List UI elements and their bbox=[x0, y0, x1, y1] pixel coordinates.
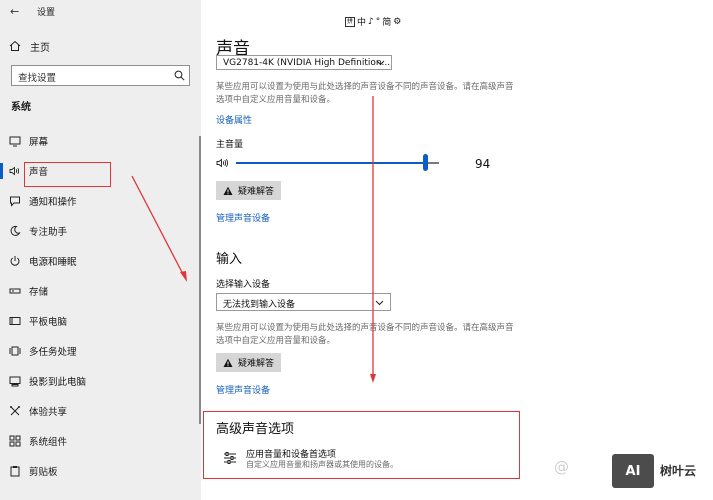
watermark-text: @ bbox=[554, 458, 569, 476]
sidebar-item-label: 存储 bbox=[29, 287, 49, 298]
sidebar: ← 设置 主页 查找设置 系统 屏幕 声音 通知和操作 专注助手 电源和睡眠 存… bbox=[0, 0, 201, 500]
sidebar-item-notifications[interactable]: 通知和操作 bbox=[0, 190, 201, 212]
sidebar-item-label: 通知和操作 bbox=[29, 197, 77, 208]
volume-slider-thumb[interactable] bbox=[423, 154, 428, 171]
sidebar-item-tablet[interactable]: 平板电脑 bbox=[0, 310, 201, 332]
multitask-icon bbox=[9, 345, 21, 357]
troubleshoot-button[interactable]: 疑难解答 bbox=[216, 181, 282, 200]
project-icon bbox=[9, 375, 21, 387]
ime-simplified[interactable]: 简 bbox=[382, 15, 391, 28]
input-device-select[interactable]: 无法找到输入设备 bbox=[216, 293, 391, 311]
sidebar-item-multitasking[interactable]: 多任务处理 bbox=[0, 340, 201, 362]
warning-icon bbox=[223, 186, 233, 195]
troubleshoot-label: 疑难解答 bbox=[238, 187, 275, 197]
advanced-heading: 高级声音选项 bbox=[216, 422, 295, 437]
home-icon bbox=[9, 40, 21, 51]
sidebar-item-label: 屏幕 bbox=[29, 137, 49, 148]
volume-icon[interactable] bbox=[216, 157, 230, 169]
sidebar-item-label: 系统组件 bbox=[29, 437, 68, 448]
sound-highlight-box bbox=[24, 162, 111, 187]
speaker-icon bbox=[9, 165, 21, 177]
sidebar-item-home[interactable]: 主页 bbox=[9, 37, 50, 55]
sidebar-item-project[interactable]: 投影到此电脑 bbox=[0, 370, 201, 392]
ime-toolbar[interactable]: 拼 中 ♪ ° 简 ⚙ bbox=[345, 15, 401, 28]
moon-icon bbox=[9, 225, 21, 237]
troubleshoot-label: 疑难解答 bbox=[238, 359, 275, 369]
title-bar: ← 设置 bbox=[10, 4, 55, 18]
sidebar-item-focus-assist[interactable]: 专注助手 bbox=[0, 220, 201, 242]
sidebar-item-storage[interactable]: 存储 bbox=[0, 280, 201, 302]
sidebar-item-label: 投影到此电脑 bbox=[29, 377, 87, 388]
ime-pinyin-icon[interactable]: 拼 bbox=[345, 16, 355, 27]
sidebar-item-label: 体验共享 bbox=[29, 407, 68, 418]
chevron-down-icon bbox=[375, 300, 384, 306]
sidebar-item-label: 多任务处理 bbox=[29, 347, 77, 358]
output-description: 某些应用可以设置为使用与此处选择的声音设备不同的声音设备。请在高级声音选项中自定… bbox=[216, 82, 514, 105]
sidebar-item-label: 专注助手 bbox=[29, 227, 68, 238]
section-heading-system: 系统 bbox=[11, 102, 31, 113]
window-title: 设置 bbox=[37, 7, 56, 18]
share-icon bbox=[9, 405, 21, 417]
manage-sound-devices-link-2[interactable]: 管理声音设备 bbox=[216, 383, 270, 396]
sliders-icon bbox=[224, 452, 236, 464]
sidebar-item-system-components[interactable]: 系统组件 bbox=[0, 430, 201, 452]
scrollbar[interactable] bbox=[199, 136, 201, 424]
ime-chinese-mode[interactable]: 中 bbox=[357, 15, 366, 28]
selected-indicator bbox=[0, 163, 3, 179]
storage-icon bbox=[9, 285, 21, 297]
clipboard-icon bbox=[9, 465, 21, 477]
sidebar-item-label: 电源和睡眠 bbox=[29, 257, 77, 268]
device-properties-link[interactable]: 设备属性 bbox=[216, 113, 252, 126]
sidebar-item-display[interactable]: 屏幕 bbox=[0, 130, 201, 152]
search-placeholder: 查找设置 bbox=[18, 73, 57, 84]
ime-punct-icon[interactable]: ° bbox=[376, 17, 381, 27]
output-device-select[interactable]: VG2781-4K (NVIDIA High Definition... bbox=[216, 55, 392, 70]
tablet-icon bbox=[9, 315, 21, 327]
search-input[interactable]: 查找设置 bbox=[11, 65, 190, 86]
components-icon bbox=[9, 435, 21, 447]
sidebar-item-power[interactable]: 电源和睡眠 bbox=[0, 250, 201, 272]
notification-icon bbox=[9, 195, 21, 207]
volume-slider-track[interactable] bbox=[428, 162, 439, 164]
warning-icon bbox=[223, 358, 233, 367]
home-label: 主页 bbox=[30, 42, 50, 54]
volume-value: 94 bbox=[475, 157, 491, 171]
sidebar-item-clipboard[interactable]: 剪贴板 bbox=[0, 460, 201, 482]
input-device-value: 无法找到输入设备 bbox=[223, 300, 296, 310]
ime-music-icon[interactable]: ♪ bbox=[368, 17, 374, 27]
watermark-logo: AI bbox=[612, 454, 654, 488]
app-volume-description: 自定义应用音量和扬声器或其使用的设备。 bbox=[246, 460, 398, 469]
back-arrow-icon[interactable]: ← bbox=[10, 5, 26, 18]
master-volume-label: 主音量 bbox=[216, 140, 244, 150]
annotation-arrowhead-right bbox=[370, 374, 376, 383]
sidebar-item-label: 剪贴板 bbox=[29, 467, 58, 478]
watermark-brand: 树叶云 bbox=[660, 464, 697, 478]
input-select-label: 选择输入设备 bbox=[216, 280, 271, 290]
troubleshoot-button-2[interactable]: 疑难解答 bbox=[216, 353, 282, 372]
manage-sound-devices-link[interactable]: 管理声音设备 bbox=[216, 211, 270, 224]
output-device-value: VG2781-4K (NVIDIA High Definition... bbox=[223, 58, 391, 68]
monitor-icon bbox=[9, 135, 21, 147]
volume-slider-fill[interactable] bbox=[236, 162, 425, 164]
search-icon[interactable] bbox=[174, 70, 185, 81]
input-description: 某些应用可以设置为使用与此处选择的声音设备不同的声音设备。请在高级声音选项中自定… bbox=[216, 323, 514, 346]
sidebar-item-shared-experiences[interactable]: 体验共享 bbox=[0, 400, 201, 422]
chevron-down-icon bbox=[376, 60, 385, 66]
power-icon bbox=[9, 255, 21, 267]
input-heading: 输入 bbox=[216, 252, 243, 267]
sidebar-item-label: 平板电脑 bbox=[29, 317, 68, 328]
ime-settings-icon[interactable]: ⚙ bbox=[393, 17, 401, 27]
